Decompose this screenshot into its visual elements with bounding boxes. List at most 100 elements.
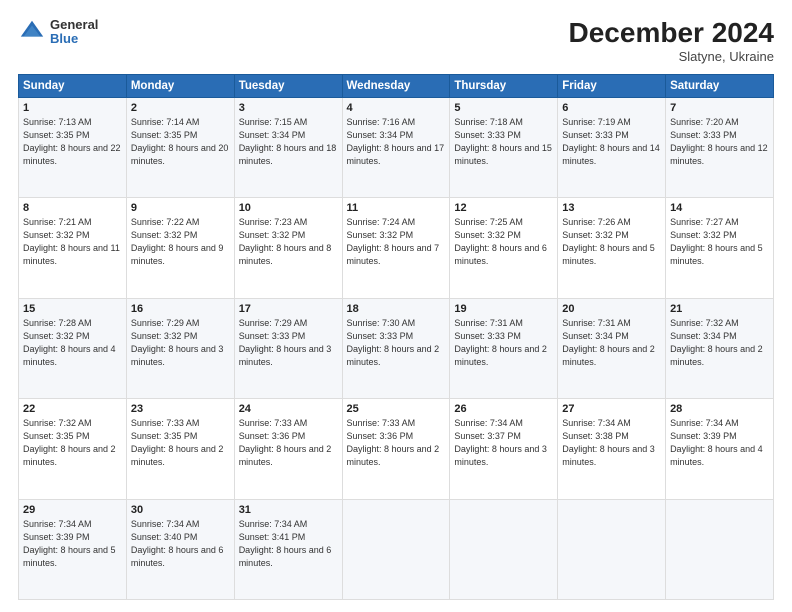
day-info: Sunrise: 7:26 AMSunset: 3:32 PMDaylight:… <box>562 216 661 268</box>
calendar-cell: 5Sunrise: 7:18 AMSunset: 3:33 PMDaylight… <box>450 97 558 197</box>
day-info: Sunrise: 7:34 AMSunset: 3:37 PMDaylight:… <box>454 417 553 469</box>
calendar-cell: 14 Sunrise: 7:27 AMSunset: 3:32 PMDayligh… <box>666 198 774 298</box>
header: General Blue December 2024 Slatyne, Ukra… <box>18 18 774 64</box>
calendar-cell <box>342 499 450 599</box>
day-info: Sunrise: 7:20 AMSunset: 3:33 PMDaylight:… <box>670 116 769 168</box>
day-number: 19 <box>454 303 553 315</box>
day-info: Sunrise: 7:29 AMSunset: 3:33 PMDaylight:… <box>239 317 338 369</box>
calendar-cell: 19 Sunrise: 7:31 AMSunset: 3:33 PMDayligh… <box>450 298 558 398</box>
logo: General Blue <box>18 18 98 47</box>
calendar-cell: 2 Sunrise: 7:14 AMSunset: 3:35 PMDaylight… <box>126 97 234 197</box>
calendar-cell: 28 Sunrise: 7:34 AMSunset: 3:39 PMDayligh… <box>666 399 774 499</box>
calendar-table: SundayMondayTuesdayWednesdayThursdayFrid… <box>18 74 774 600</box>
calendar-cell: 25Sunrise: 7:33 AMSunset: 3:36 PMDayligh… <box>342 399 450 499</box>
day-info: Sunrise: 7:31 AMSunset: 3:34 PMDaylight:… <box>562 317 661 369</box>
day-info: Sunrise: 7:31 AMSunset: 3:33 PMDaylight:… <box>454 317 553 369</box>
day-info: Sunrise: 7:34 AMSunset: 3:39 PMDaylight:… <box>23 518 122 570</box>
calendar-cell: 22Sunrise: 7:32 AMSunset: 3:35 PMDayligh… <box>19 399 127 499</box>
day-number: 6 <box>562 102 661 114</box>
day-number: 10 <box>239 202 338 214</box>
day-info: Sunrise: 7:28 AMSunset: 3:32 PMDaylight:… <box>23 317 122 369</box>
calendar-cell: 9Sunrise: 7:22 AMSunset: 3:32 PMDaylight… <box>126 198 234 298</box>
day-info: Sunrise: 7:24 AMSunset: 3:32 PMDaylight:… <box>347 216 446 268</box>
calendar-cell: 21 Sunrise: 7:32 AMSunset: 3:34 PMDayligh… <box>666 298 774 398</box>
calendar-cell <box>558 499 666 599</box>
day-number: 30 <box>131 504 230 516</box>
day-info: Sunrise: 7:32 AMSunset: 3:34 PMDaylight:… <box>670 317 769 369</box>
calendar-cell: 27Sunrise: 7:34 AMSunset: 3:38 PMDayligh… <box>558 399 666 499</box>
calendar-cell: 12 Sunrise: 7:25 AMSunset: 3:32 PMDayligh… <box>450 198 558 298</box>
calendar-cell <box>666 499 774 599</box>
calendar-cell: 1Sunrise: 7:13 AMSunset: 3:35 PMDaylight… <box>19 97 127 197</box>
day-info: Sunrise: 7:34 AMSunset: 3:38 PMDaylight:… <box>562 417 661 469</box>
day-number: 4 <box>347 102 446 114</box>
day-info: Sunrise: 7:34 AMSunset: 3:41 PMDaylight:… <box>239 518 338 570</box>
calendar-cell: 23Sunrise: 7:33 AMSunset: 3:35 PMDayligh… <box>126 399 234 499</box>
col-header-thursday: Thursday <box>450 74 558 97</box>
day-number: 31 <box>239 504 338 516</box>
day-number: 13 <box>562 202 661 214</box>
calendar-cell: 18 Sunrise: 7:30 AMSunset: 3:33 PMDayligh… <box>342 298 450 398</box>
logo-text: General Blue <box>50 18 98 47</box>
day-info: Sunrise: 7:23 AMSunset: 3:32 PMDaylight:… <box>239 216 338 268</box>
day-info: Sunrise: 7:34 AMSunset: 3:40 PMDaylight:… <box>131 518 230 570</box>
title-block: December 2024 Slatyne, Ukraine <box>569 18 774 64</box>
calendar-cell: 17 Sunrise: 7:29 AMSunset: 3:33 PMDayligh… <box>234 298 342 398</box>
col-header-friday: Friday <box>558 74 666 97</box>
calendar-week-row: 29 Sunrise: 7:34 AMSunset: 3:39 PMDayligh… <box>19 499 774 599</box>
day-number: 25 <box>347 403 446 415</box>
day-number: 14 <box>670 202 769 214</box>
calendar-cell: 6 Sunrise: 7:19 AMSunset: 3:33 PMDaylight… <box>558 97 666 197</box>
day-info: Sunrise: 7:19 AMSunset: 3:33 PMDaylight:… <box>562 116 661 168</box>
day-number: 5 <box>454 102 553 114</box>
month-year: December 2024 <box>569 18 774 49</box>
calendar-cell: 31 Sunrise: 7:34 AMSunset: 3:41 PMDayligh… <box>234 499 342 599</box>
calendar-cell: 7Sunrise: 7:20 AMSunset: 3:33 PMDaylight… <box>666 97 774 197</box>
calendar-cell: 3Sunrise: 7:15 AMSunset: 3:34 PMDaylight… <box>234 97 342 197</box>
day-number: 21 <box>670 303 769 315</box>
logo-blue: Blue <box>50 32 98 46</box>
day-info: Sunrise: 7:15 AMSunset: 3:34 PMDaylight:… <box>239 116 338 168</box>
calendar-cell: 11 Sunrise: 7:24 AMSunset: 3:32 PMDayligh… <box>342 198 450 298</box>
day-number: 28 <box>670 403 769 415</box>
calendar-cell: 13 Sunrise: 7:26 AMSunset: 3:32 PMDayligh… <box>558 198 666 298</box>
logo-general: General <box>50 18 98 32</box>
calendar-week-row: 22Sunrise: 7:32 AMSunset: 3:35 PMDayligh… <box>19 399 774 499</box>
calendar-cell: 10 Sunrise: 7:23 AMSunset: 3:32 PMDayligh… <box>234 198 342 298</box>
day-number: 8 <box>23 202 122 214</box>
col-header-wednesday: Wednesday <box>342 74 450 97</box>
day-info: Sunrise: 7:14 AMSunset: 3:35 PMDaylight:… <box>131 116 230 168</box>
page: General Blue December 2024 Slatyne, Ukra… <box>0 0 792 612</box>
day-number: 2 <box>131 102 230 114</box>
calendar-week-row: 8 Sunrise: 7:21 AMSunset: 3:32 PMDaylight… <box>19 198 774 298</box>
day-info: Sunrise: 7:33 AMSunset: 3:36 PMDaylight:… <box>239 417 338 469</box>
col-header-saturday: Saturday <box>666 74 774 97</box>
calendar-cell <box>450 499 558 599</box>
col-header-sunday: Sunday <box>19 74 127 97</box>
day-number: 17 <box>239 303 338 315</box>
day-number: 16 <box>131 303 230 315</box>
calendar-cell: 16Sunrise: 7:29 AMSunset: 3:32 PMDayligh… <box>126 298 234 398</box>
day-number: 26 <box>454 403 553 415</box>
calendar-cell: 15 Sunrise: 7:28 AMSunset: 3:32 PMDayligh… <box>19 298 127 398</box>
day-number: 29 <box>23 504 122 516</box>
day-number: 15 <box>23 303 122 315</box>
day-info: Sunrise: 7:27 AMSunset: 3:32 PMDaylight:… <box>670 216 769 268</box>
day-info: Sunrise: 7:30 AMSunset: 3:33 PMDaylight:… <box>347 317 446 369</box>
calendar-week-row: 1Sunrise: 7:13 AMSunset: 3:35 PMDaylight… <box>19 97 774 197</box>
day-info: Sunrise: 7:16 AMSunset: 3:34 PMDaylight:… <box>347 116 446 168</box>
day-info: Sunrise: 7:34 AMSunset: 3:39 PMDaylight:… <box>670 417 769 469</box>
day-number: 11 <box>347 202 446 214</box>
calendar-cell: 4 Sunrise: 7:16 AMSunset: 3:34 PMDaylight… <box>342 97 450 197</box>
day-number: 24 <box>239 403 338 415</box>
day-number: 18 <box>347 303 446 315</box>
day-info: Sunrise: 7:21 AMSunset: 3:32 PMDaylight:… <box>23 216 122 268</box>
calendar-cell: 29 Sunrise: 7:34 AMSunset: 3:39 PMDayligh… <box>19 499 127 599</box>
calendar-cell: 30 Sunrise: 7:34 AMSunset: 3:40 PMDayligh… <box>126 499 234 599</box>
day-number: 12 <box>454 202 553 214</box>
day-info: Sunrise: 7:25 AMSunset: 3:32 PMDaylight:… <box>454 216 553 268</box>
logo-icon <box>18 18 46 46</box>
day-info: Sunrise: 7:33 AMSunset: 3:35 PMDaylight:… <box>131 417 230 469</box>
day-number: 1 <box>23 102 122 114</box>
calendar-cell: 26 Sunrise: 7:34 AMSunset: 3:37 PMDayligh… <box>450 399 558 499</box>
